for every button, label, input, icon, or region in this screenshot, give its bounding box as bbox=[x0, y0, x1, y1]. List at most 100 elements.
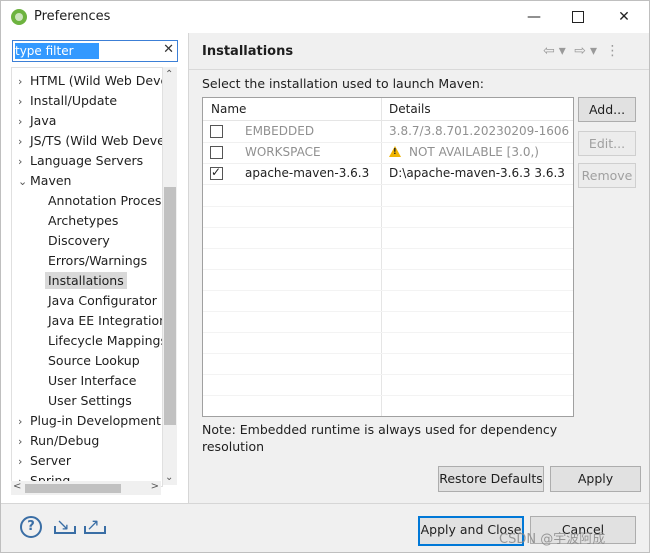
tree-item[interactable]: Installations bbox=[45, 272, 127, 290]
hscroll-thumb[interactable] bbox=[25, 484, 121, 493]
tree-vertical-scrollbar[interactable]: ⌃ ⌄ bbox=[163, 67, 177, 485]
forward-menu-icon[interactable]: ▾ bbox=[590, 43, 597, 59]
back-icon[interactable]: ⇦ bbox=[543, 43, 555, 59]
empty-row-line bbox=[203, 206, 573, 207]
scroll-left-icon[interactable]: < bbox=[13, 481, 21, 492]
add-button[interactable]: Add... bbox=[578, 97, 636, 122]
tree-item-label: Source Lookup bbox=[48, 353, 140, 368]
forward-icon[interactable]: ⇨ bbox=[574, 43, 586, 59]
tree-item-label: Annotation Process bbox=[48, 193, 163, 208]
page-title: Installations bbox=[202, 44, 294, 59]
page-description: Select the installation used to launch M… bbox=[202, 76, 484, 91]
empty-row-line bbox=[203, 353, 573, 354]
chevron-right-icon[interactable]: › bbox=[18, 133, 30, 151]
help-icon[interactable]: ? bbox=[20, 516, 42, 538]
scroll-thumb[interactable] bbox=[164, 187, 176, 425]
column-name-header[interactable]: Name bbox=[211, 102, 246, 116]
tree-item[interactable]: › JS/TS (Wild Web Deve bbox=[18, 132, 162, 151]
apply-button[interactable]: Apply bbox=[550, 466, 641, 492]
installations-table: Name Details EMBEDDED 3.8.7/3.8.701.20230… bbox=[202, 97, 574, 417]
empty-row-line bbox=[203, 332, 573, 333]
table-row[interactable]: EMBEDDED 3.8.7/3.8.701.20230209-1606 bbox=[203, 121, 573, 143]
more-options-icon[interactable]: ⋮ bbox=[605, 43, 619, 59]
tree-item-label: Discovery bbox=[48, 233, 110, 248]
tree-item-label: Java EE Integration bbox=[48, 313, 163, 328]
empty-row-line bbox=[203, 269, 573, 270]
tree-item[interactable]: Java Configurator bbox=[48, 292, 157, 310]
installation-checkbox[interactable] bbox=[210, 125, 223, 138]
add-button-label: Add... bbox=[588, 102, 626, 117]
scroll-up-icon[interactable]: ⌃ bbox=[165, 69, 173, 80]
preferences-sidebar: type filter text ✕ ›HTML (Wild Web Deve›… bbox=[11, 39, 179, 497]
column-details-header[interactable]: Details bbox=[389, 102, 431, 116]
installation-name: apache-maven-3.6.3 bbox=[245, 166, 370, 180]
import-icon[interactable]: ↘ bbox=[53, 516, 76, 534]
scroll-down-icon[interactable]: ⌄ bbox=[165, 472, 173, 483]
tree-item-label: Server bbox=[30, 453, 71, 468]
filter-input[interactable] bbox=[15, 42, 157, 59]
maximize-button[interactable] bbox=[555, 3, 601, 31]
chevron-right-icon[interactable]: › bbox=[18, 413, 30, 431]
tree-item[interactable]: User Interface bbox=[48, 372, 136, 390]
installation-checkbox[interactable] bbox=[210, 146, 223, 159]
tree-item-label: Installations bbox=[45, 272, 127, 289]
tree-item[interactable]: › Run/Debug bbox=[18, 432, 99, 450]
tree-item[interactable]: Discovery bbox=[48, 232, 110, 250]
page-navigation: ⇦ ▾ ⇨ ▾ ⋮ bbox=[543, 43, 623, 59]
tree-item[interactable]: › Java bbox=[18, 112, 56, 130]
clear-filter-icon[interactable]: ✕ bbox=[163, 42, 174, 57]
tree-item[interactable]: Archetypes bbox=[48, 212, 118, 230]
tree-item[interactable]: › Install/Update bbox=[18, 92, 117, 110]
installation-details-text: D:\apache-maven-3.6.3 3.6.3 bbox=[389, 166, 565, 180]
installation-checkbox[interactable] bbox=[210, 165, 223, 180]
chevron-right-icon[interactable]: › bbox=[18, 93, 30, 111]
restore-defaults-button[interactable]: Restore Defaults bbox=[438, 466, 544, 492]
tree-item-label: User Settings bbox=[48, 393, 132, 408]
tree-item[interactable]: › HTML (Wild Web Deve bbox=[18, 72, 162, 91]
edit-button[interactable]: Edit... bbox=[578, 131, 636, 156]
scroll-right-icon[interactable]: > bbox=[151, 481, 159, 492]
tree-item[interactable]: › Language Servers bbox=[18, 152, 143, 170]
tree-item[interactable]: › Plug-in Development bbox=[18, 412, 161, 430]
table-row[interactable]: WORKSPACE NOT AVAILABLE [3.0,) bbox=[203, 142, 573, 164]
tree-item-label: Install/Update bbox=[30, 93, 118, 108]
tree-item[interactable]: Lifecycle Mappings bbox=[48, 332, 162, 350]
export-icon[interactable]: ↗ bbox=[83, 516, 106, 534]
chevron-right-icon[interactable]: › bbox=[18, 73, 30, 91]
installation-name: WORKSPACE bbox=[245, 145, 321, 159]
chevron-right-icon[interactable]: › bbox=[18, 453, 30, 471]
tree-item[interactable]: ⌄ Maven bbox=[18, 172, 71, 190]
preference-page: Installations ⇦ ▾ ⇨ ▾ ⋮ Select the install… bbox=[189, 33, 649, 503]
tree-item[interactable]: Errors/Warnings bbox=[48, 252, 147, 270]
warning-icon bbox=[389, 146, 401, 157]
installation-details-text: 3.8.7/3.8.701.20230209-1606 bbox=[389, 124, 570, 138]
empty-row-line bbox=[203, 395, 573, 396]
chevron-right-icon[interactable]: › bbox=[18, 153, 30, 171]
installation-details: NOT AVAILABLE [3.0,) bbox=[389, 145, 539, 159]
window-title: Preferences bbox=[34, 9, 111, 24]
empty-row-line bbox=[203, 374, 573, 375]
tree-item-label: Maven bbox=[30, 173, 72, 188]
chevron-right-icon[interactable]: › bbox=[18, 113, 30, 131]
chevron-right-icon[interactable]: › bbox=[18, 433, 30, 451]
tree-item[interactable]: Source Lookup bbox=[48, 352, 140, 370]
tree-item[interactable]: › Server bbox=[18, 452, 71, 470]
minimize-button[interactable]: — bbox=[511, 3, 557, 31]
watermark: CSDN @宇波阿成 bbox=[499, 532, 606, 547]
remove-button[interactable]: Remove bbox=[578, 163, 636, 188]
tree-item[interactable]: Java EE Integration bbox=[48, 312, 163, 330]
close-button[interactable]: ✕ bbox=[601, 3, 647, 31]
tree-item[interactable]: Annotation Process bbox=[48, 192, 163, 210]
empty-row-line bbox=[203, 248, 573, 249]
chevron-down-icon[interactable]: ⌄ bbox=[18, 173, 30, 191]
installation-details-text: NOT AVAILABLE [3.0,) bbox=[409, 145, 539, 159]
table-row[interactable]: apache-maven-3.6.3 D:\apache-maven-3.6.3 … bbox=[203, 163, 573, 185]
tree-horizontal-scrollbar[interactable]: < > bbox=[11, 481, 161, 495]
back-menu-icon[interactable]: ▾ bbox=[559, 43, 566, 59]
page-header: Installations ⇦ ▾ ⇨ ▾ ⋮ bbox=[189, 33, 649, 70]
tree-item-label: Run/Debug bbox=[30, 433, 100, 448]
installation-details: D:\apache-maven-3.6.3 3.6.3 bbox=[389, 166, 565, 180]
tree-item[interactable]: User Settings bbox=[48, 392, 132, 410]
apply-label: Apply bbox=[577, 471, 614, 486]
tree-item-label: Language Servers bbox=[30, 153, 144, 168]
